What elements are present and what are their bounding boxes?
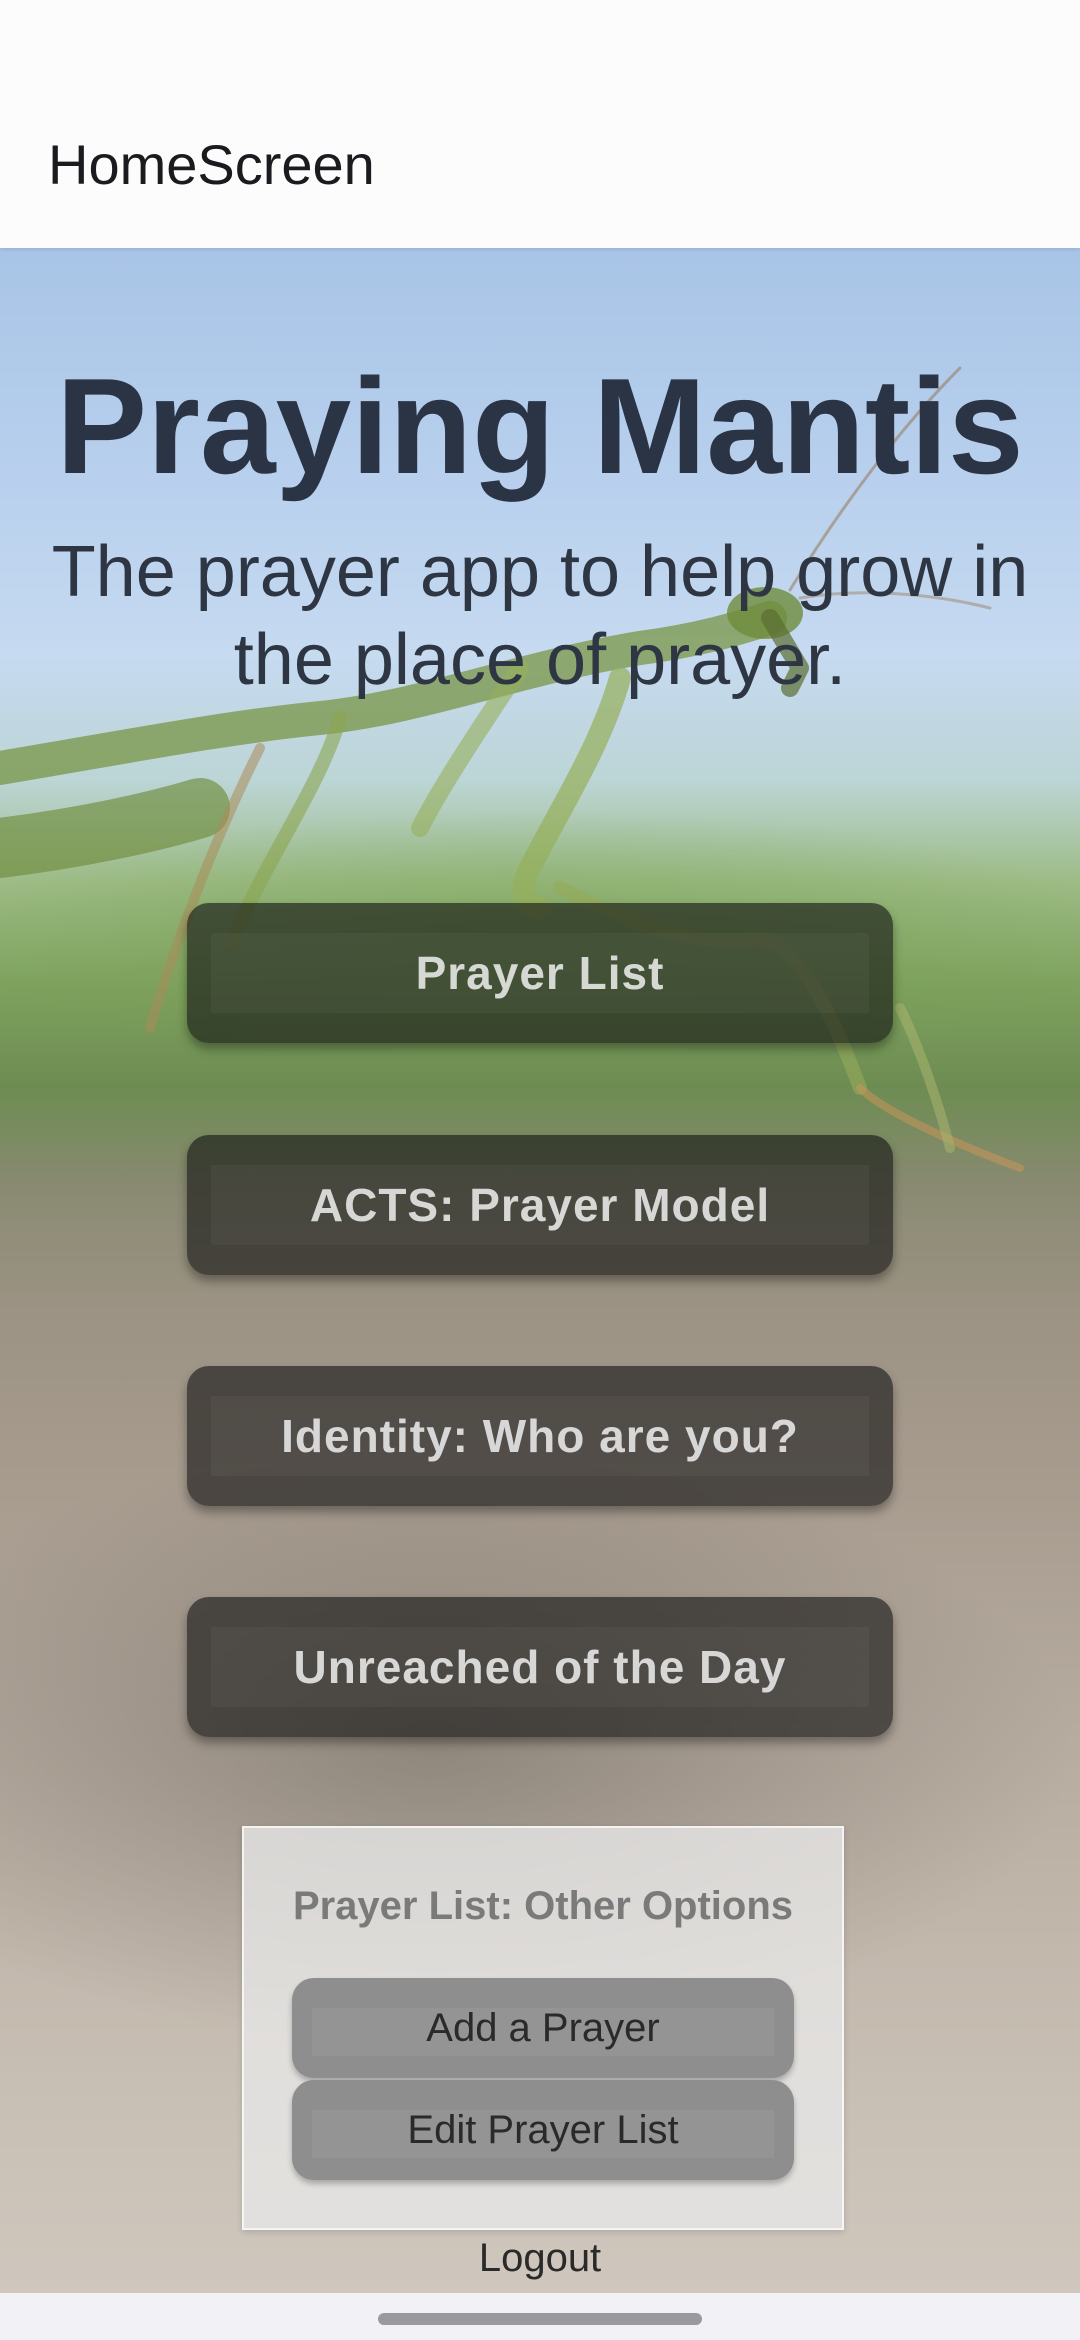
prayer-list-button-label: Prayer List [415,947,665,999]
unreached-of-the-day-button-label: Unreached of the Day [293,1641,787,1693]
gesture-handle[interactable] [378,2313,702,2325]
acts-prayer-model-button[interactable]: ACTS: Prayer Model [187,1135,893,1275]
home-content: Praying Mantis The prayer app to help gr… [0,248,1080,2293]
acts-prayer-model-button-label: ACTS: Prayer Model [309,1179,771,1231]
app-root: HomeScreen Praying Mantis The prayer app… [0,0,1080,2340]
system-navigation-bar [0,2293,1080,2340]
app-subtitle: The prayer app to help grow in the place… [51,532,1029,700]
prayer-list-button[interactable]: Prayer List [187,903,893,1043]
prayer-list-options-card: Prayer List: Other Options Add a Prayer … [242,1826,844,2230]
edit-prayer-list-button-label: Edit Prayer List [407,2107,679,2152]
add-prayer-button[interactable]: Add a Prayer [292,1978,794,2078]
identity-button[interactable]: Identity: Who are you? [187,1366,893,1506]
edit-prayer-list-button[interactable]: Edit Prayer List [292,2080,794,2180]
identity-button-label: Identity: Who are you? [281,1410,799,1462]
add-prayer-button-label: Add a Prayer [426,2005,660,2050]
logout-button[interactable]: Logout [0,2236,1080,2281]
options-card-title: Prayer List: Other Options [292,1884,794,1928]
app-bar: HomeScreen [0,80,1080,248]
app-bar-title: HomeScreen [48,133,375,196]
unreached-of-the-day-button[interactable]: Unreached of the Day [187,1597,893,1737]
app-title: Praying Mantis [56,350,1024,502]
status-bar [0,0,1080,80]
